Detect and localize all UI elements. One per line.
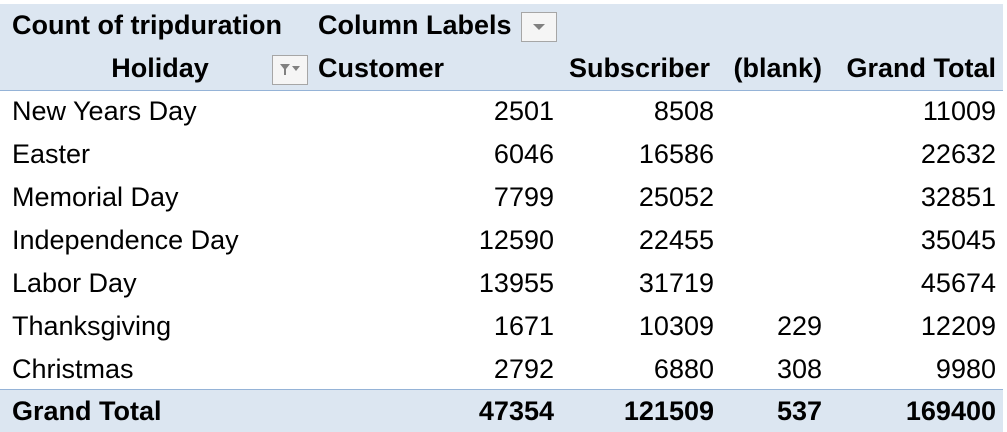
row-label[interactable]: Independence Day [12, 219, 239, 262]
cell-grand-total[interactable]: 9980 [826, 348, 996, 391]
table-row: New Years Day 2501 8508 11009 [0, 90, 1003, 133]
cell-subscriber[interactable]: 31719 [580, 262, 714, 305]
cell-subscriber[interactable]: 6880 [580, 348, 714, 391]
cell-customer[interactable]: 6046 [450, 133, 554, 176]
cell-grand-total[interactable]: 12209 [826, 305, 996, 348]
cell-subscriber[interactable]: 10309 [580, 305, 714, 348]
cell-subscriber[interactable]: 16586 [580, 133, 714, 176]
chevron-down-icon [532, 23, 546, 31]
pivot-header-row-2: Holiday Customer Subscriber (blank) Gran… [0, 47, 1003, 91]
column-header-customer[interactable]: Customer [318, 47, 444, 90]
cell-subscriber[interactable]: 8508 [580, 90, 714, 133]
grand-total-blank[interactable]: 537 [720, 390, 822, 432]
row-label[interactable]: New Years Day [12, 90, 197, 133]
cell-blank[interactable] [720, 176, 822, 219]
row-label[interactable]: Christmas [12, 348, 134, 391]
table-row: Easter 6046 16586 22632 [0, 133, 1003, 176]
table-row: Memorial Day 7799 25052 32851 [0, 176, 1003, 219]
grand-total-subscriber[interactable]: 121509 [580, 390, 714, 432]
cell-customer[interactable]: 13955 [450, 262, 554, 305]
column-header-grand-total[interactable]: Grand Total [826, 47, 996, 90]
grand-total-customer[interactable]: 47354 [450, 390, 554, 432]
cell-blank[interactable] [720, 219, 822, 262]
cell-customer[interactable]: 12590 [450, 219, 554, 262]
column-header-blank[interactable]: (blank) [720, 47, 822, 90]
cell-grand-total[interactable]: 22632 [826, 133, 996, 176]
row-label[interactable]: Memorial Day [12, 176, 179, 219]
row-label[interactable]: Thanksgiving [12, 305, 171, 348]
table-row: Thanksgiving 1671 10309 229 12209 [0, 305, 1003, 348]
grand-total-label[interactable]: Grand Total [12, 390, 162, 432]
column-labels-heading[interactable]: Column Labels [318, 4, 512, 47]
cell-customer[interactable]: 1671 [450, 305, 554, 348]
column-header-subscriber[interactable]: Subscriber [480, 47, 710, 90]
cell-subscriber[interactable]: 22455 [580, 219, 714, 262]
holiday-filter-button[interactable] [272, 55, 308, 85]
pivot-header-row-1: Count of tripduration Column Labels [0, 4, 1003, 47]
cell-blank[interactable] [720, 133, 822, 176]
cell-grand-total[interactable]: 45674 [826, 262, 996, 305]
row-field-label[interactable]: Holiday [60, 47, 260, 90]
cell-blank[interactable] [720, 90, 822, 133]
table-row: Christmas 2792 6880 308 9980 [0, 348, 1003, 391]
value-field-label[interactable]: Count of tripduration [12, 4, 282, 47]
table-row: Independence Day 12590 22455 35045 [0, 219, 1003, 262]
grand-total-row: Grand Total 47354 121509 537 169400 [0, 389, 1003, 432]
cell-subscriber[interactable]: 25052 [580, 176, 714, 219]
cell-grand-total[interactable]: 32851 [826, 176, 996, 219]
table-row: Labor Day 13955 31719 45674 [0, 262, 1003, 305]
cell-customer[interactable]: 2501 [450, 90, 554, 133]
filter-dropdown-icon [278, 62, 302, 78]
cell-grand-total[interactable]: 11009 [826, 90, 996, 133]
row-label[interactable]: Labor Day [12, 262, 137, 305]
cell-customer[interactable]: 2792 [450, 348, 554, 391]
column-labels-dropdown-button[interactable] [521, 12, 557, 42]
grand-total-grand-total[interactable]: 169400 [826, 390, 996, 432]
cell-blank[interactable] [720, 262, 822, 305]
pivot-table: Count of tripduration Column Labels Holi… [0, 0, 1007, 432]
cell-grand-total[interactable]: 35045 [826, 219, 996, 262]
cell-customer[interactable]: 7799 [450, 176, 554, 219]
row-label[interactable]: Easter [12, 133, 90, 176]
cell-blank[interactable]: 229 [720, 305, 822, 348]
cell-blank[interactable]: 308 [720, 348, 822, 391]
